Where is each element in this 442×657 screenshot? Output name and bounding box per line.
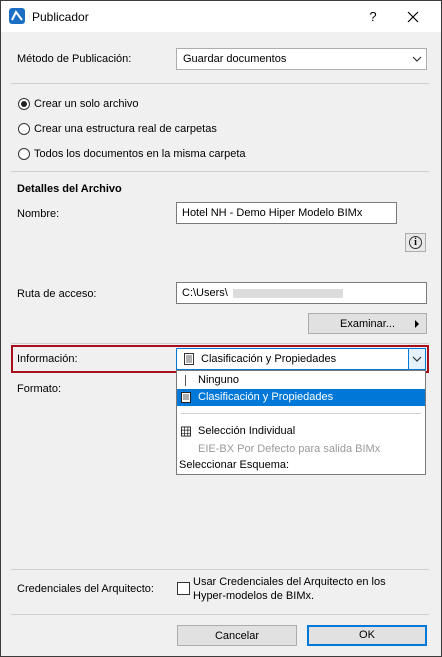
credentials-checkbox-label-line1[interactable]: Usar Credenciales del Arquitecto en los [193, 576, 386, 588]
radio-same-folder-label[interactable]: Todos los documentos en la misma carpeta [34, 148, 246, 160]
path-value: C:\Users\ [182, 287, 228, 299]
method-select[interactable]: Guardar documentos [176, 48, 427, 70]
cancel-button[interactable]: Cancelar [177, 625, 297, 646]
dropdown-item-classification[interactable]: Clasificación y Propiedades [177, 389, 425, 406]
dropdown-separator [181, 413, 421, 414]
divider [11, 171, 429, 172]
divider [11, 614, 429, 615]
information-select-value: Clasificación y Propiedades [201, 353, 337, 365]
dropdown-item-none[interactable]: Ninguno [177, 372, 425, 389]
radio-folder-structure-label[interactable]: Crear una estructura real de carpetas [34, 123, 217, 135]
chevron-down-icon [412, 356, 422, 362]
info-button[interactable]: i [405, 233, 426, 252]
table-icon [181, 426, 191, 437]
credentials-checkbox-label-line2[interactable]: Hyper-modelos de BIMx. [193, 590, 314, 602]
radio-single-file[interactable] [18, 98, 30, 110]
dropdown-item-eie-bx-default: EIE-BX Por Defecto para salida BIMx [177, 441, 425, 458]
dropdown-item-label: Selección Individual [198, 425, 296, 437]
info-icon: i [409, 236, 422, 249]
dropdown-item-label: Clasificación y Propiedades [198, 391, 334, 403]
document-icon [184, 353, 194, 365]
name-label: Nombre: [17, 208, 60, 220]
format-label: Formato: [17, 383, 62, 395]
path-label: Ruta de acceso: [17, 288, 97, 300]
divider [11, 83, 429, 84]
dropdown-item-label: Seleccionar Esquema: [179, 459, 290, 471]
window-title: Publicador [32, 10, 89, 24]
browse-button-label: Examinar... [339, 318, 396, 330]
information-dropdown-list: Ninguno Clasificación y Propiedades Sele… [176, 370, 426, 475]
document-icon [181, 392, 191, 403]
close-button[interactable] [401, 7, 425, 27]
title-bar: Publicador ? [1, 1, 441, 32]
dropdown-item-individual-selection[interactable]: Selección Individual [177, 423, 425, 440]
credentials-checkbox[interactable] [177, 582, 190, 595]
chevron-right-icon [415, 320, 419, 328]
radio-single-file-label[interactable]: Crear un solo archivo [34, 98, 139, 110]
publisher-dialog: Publicador ? Método de Publicación: Guar… [0, 0, 442, 657]
ok-button[interactable]: OK [307, 625, 427, 646]
credentials-label: Credenciales del Arquitecto: [17, 583, 154, 595]
none-icon [185, 375, 186, 386]
name-input[interactable]: Hotel NH - Demo Hiper Modelo BIMx [176, 202, 397, 224]
redacted-path [232, 288, 343, 298]
method-label: Método de Publicación: [17, 53, 132, 65]
dropdown-item-label: Ninguno [198, 374, 239, 386]
radio-same-folder[interactable] [18, 148, 30, 160]
close-icon [407, 11, 419, 23]
browse-button[interactable]: Examinar... [308, 313, 427, 334]
method-select-value: Guardar documentos [183, 53, 287, 65]
information-label: Información: [17, 353, 78, 365]
dropdown-item-select-scheme[interactable]: Seleccionar Esquema: [177, 457, 425, 474]
chevron-down-icon [412, 56, 422, 62]
help-button[interactable]: ? [361, 7, 385, 27]
divider [11, 343, 429, 344]
app-icon [9, 8, 25, 24]
dropdown-item-label: EIE-BX Por Defecto para salida BIMx [198, 443, 381, 455]
radio-folder-structure[interactable] [18, 123, 30, 135]
information-select[interactable]: Clasificación y Propiedades [176, 348, 426, 370]
file-details-heading: Detalles del Archivo [17, 183, 122, 195]
divider [11, 569, 429, 570]
dropdown-toggle[interactable] [408, 349, 425, 369]
path-input[interactable]: C:\Users\ [176, 282, 427, 304]
